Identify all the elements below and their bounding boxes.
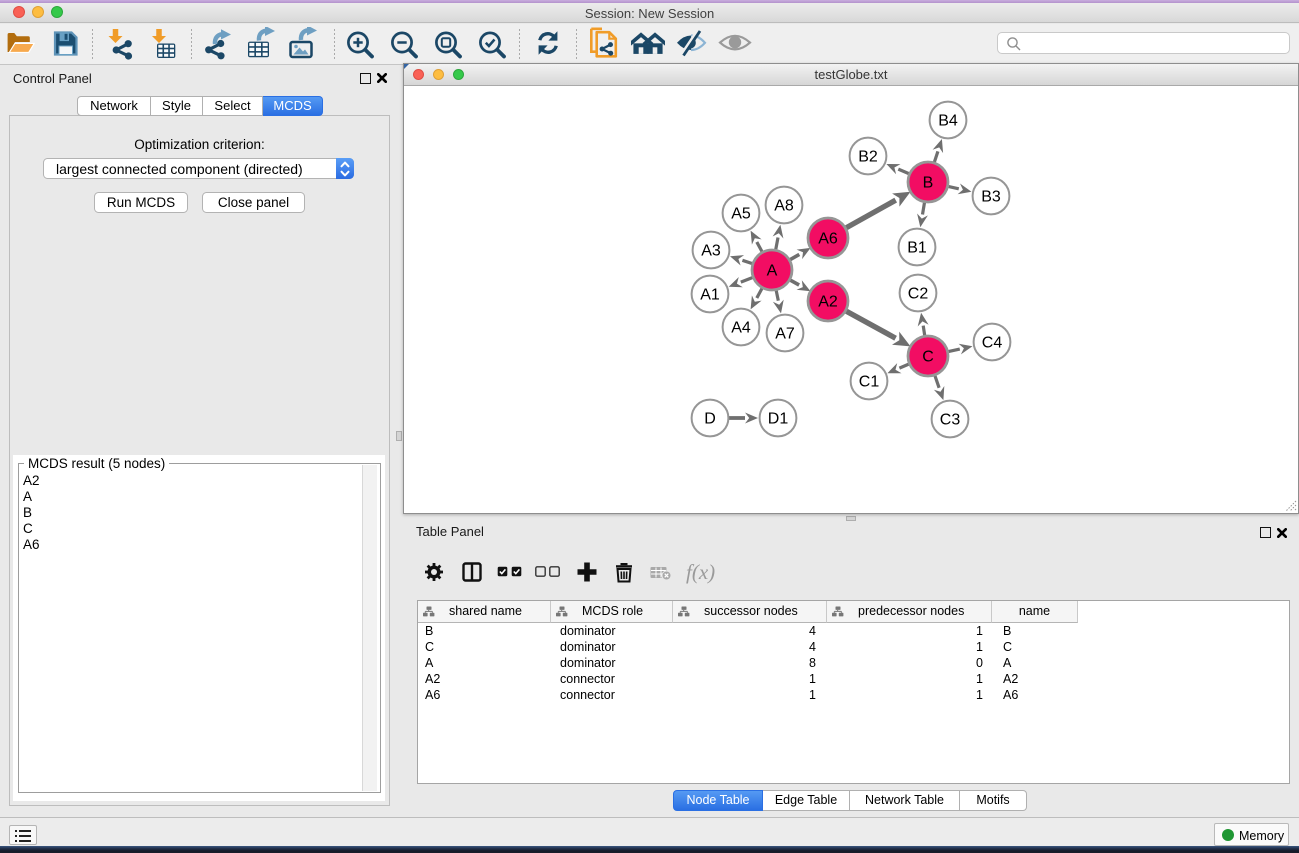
svg-text:A8: A8: [774, 198, 794, 215]
svg-text:A3: A3: [701, 243, 721, 260]
svg-text:A6: A6: [818, 231, 838, 248]
svg-text:B4: B4: [938, 113, 958, 130]
svg-text:C1: C1: [859, 374, 880, 391]
svg-text:C2: C2: [908, 286, 929, 303]
svg-text:A2: A2: [818, 294, 838, 311]
svg-text:B3: B3: [981, 189, 1001, 206]
svg-text:D: D: [704, 411, 716, 428]
svg-text:A7: A7: [775, 326, 795, 343]
svg-text:B: B: [923, 175, 934, 192]
svg-text:C: C: [922, 349, 934, 366]
svg-text:C4: C4: [982, 335, 1003, 352]
svg-text:B2: B2: [858, 149, 878, 166]
svg-text:B1: B1: [907, 240, 927, 257]
svg-text:A1: A1: [700, 287, 720, 304]
svg-text:A5: A5: [731, 206, 751, 223]
svg-text:D1: D1: [768, 411, 789, 428]
svg-text:C3: C3: [940, 412, 961, 429]
svg-text:A4: A4: [731, 320, 751, 337]
svg-text:A: A: [767, 263, 778, 280]
